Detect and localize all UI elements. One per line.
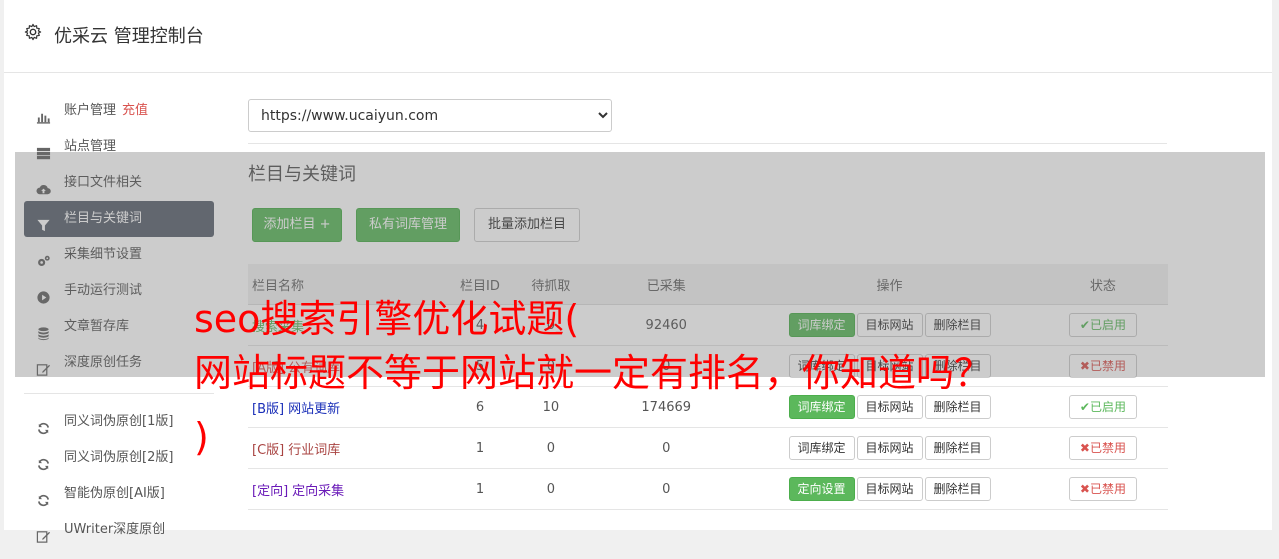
version-tag: [C版] [252,442,285,458]
bar-chart-icon [36,104,51,124]
sidebar-divider [24,393,214,394]
pending-cell: 0 [510,427,592,469]
recharge-link[interactable]: 充值 [122,103,148,118]
pending-cell: 0 [510,468,592,510]
refresh-icon [36,415,51,435]
cross-icon: ✖ [1079,441,1090,455]
status-cell: ✖已禁用 [1037,468,1168,510]
status-toggle-button[interactable]: ✖已禁用 [1068,436,1137,460]
status-label: 已启用 [1089,400,1126,414]
refresh-icon [36,487,51,507]
cross-icon: ✖ [1079,482,1090,496]
collected-cell: 0 [591,468,742,510]
table-row: [定向] 定向采集 1 0 0 定向设置 目标网站 删除栏目 ✖已禁用 [248,468,1168,510]
delete-column-button[interactable]: 删除栏目 [924,436,991,460]
watermark-line-1: seo搜索引擎优化试题( [194,297,580,341]
status-label: 已禁用 [1089,482,1126,496]
bind-lexicon-button[interactable]: 词库绑定 [788,436,855,460]
target-site-button[interactable]: 目标网站 [856,477,923,501]
sidebar-item-b1[interactable]: 同义词伪原创[2版] [24,440,214,476]
sidebar-item-0[interactable]: 账户管理 充值 [24,93,214,129]
delete-column-button[interactable]: 删除栏目 [924,477,991,501]
divider [248,143,1167,144]
actions-cell: 词库绑定 目标网站 删除栏目 [741,427,1038,469]
table-row: [C版] 行业词库 1 0 0 词库绑定 目标网站 删除栏目 ✖已禁用 [248,427,1168,469]
target-site-button[interactable]: 目标网站 [856,436,923,460]
header: 优采云 管理控制台 [4,0,1272,73]
edit-icon [36,523,51,543]
column-name-cell: [C版] 行业词库 [248,427,450,469]
sidebar-item-label: 同义词伪原创[2版] [64,450,174,465]
column-name-link[interactable]: 行业词库 [288,443,340,458]
page-title: 优采云 管理控制台 [54,26,204,47]
check-icon: ✔ [1079,400,1090,414]
status-cell: ✔已启用 [1037,386,1168,428]
status-toggle-button[interactable]: ✖已禁用 [1068,477,1137,501]
actions-cell: 定向设置 目标网站 删除栏目 [741,468,1038,510]
sidebar-item-b0[interactable]: 同义词伪原创[1版] [24,404,214,440]
sidebar-item-b2[interactable]: 智能伪原创[AI版] [24,476,214,512]
column-id-cell: 1 [449,427,511,469]
sidebar-item-label: 账户管理 [64,103,117,118]
version-tag: [B版] [252,401,285,417]
version-tag: [定向] [252,483,289,499]
refresh-icon [36,451,51,471]
sidebar-item-b3[interactable]: UWriter深度原创 [24,512,214,548]
watermark-line-3: ) [194,415,209,459]
column-id-cell: 1 [449,468,511,510]
column-name-link[interactable]: 定向采集 [292,484,344,499]
watermark-line-2: 网站标题不等于网站就一定有排名，你知道吗？ [194,351,993,395]
collected-cell: 0 [591,427,742,469]
status-cell: ✖已禁用 [1037,427,1168,469]
column-name-link[interactable]: 网站更新 [288,402,340,417]
sidebar-item-label: 同义词伪原创[1版] [64,414,174,429]
column-name-cell: [定向] 定向采集 [248,468,450,510]
status-label: 已禁用 [1089,441,1126,455]
bind-lexicon-button[interactable]: 定向设置 [788,477,855,501]
gear-icon [24,23,42,41]
status-toggle-button[interactable]: ✔已启用 [1068,395,1137,419]
site-select[interactable]: https://www.ucaiyun.com [248,99,612,132]
sidebar-item-label: 智能伪原创[AI版] [64,486,165,501]
